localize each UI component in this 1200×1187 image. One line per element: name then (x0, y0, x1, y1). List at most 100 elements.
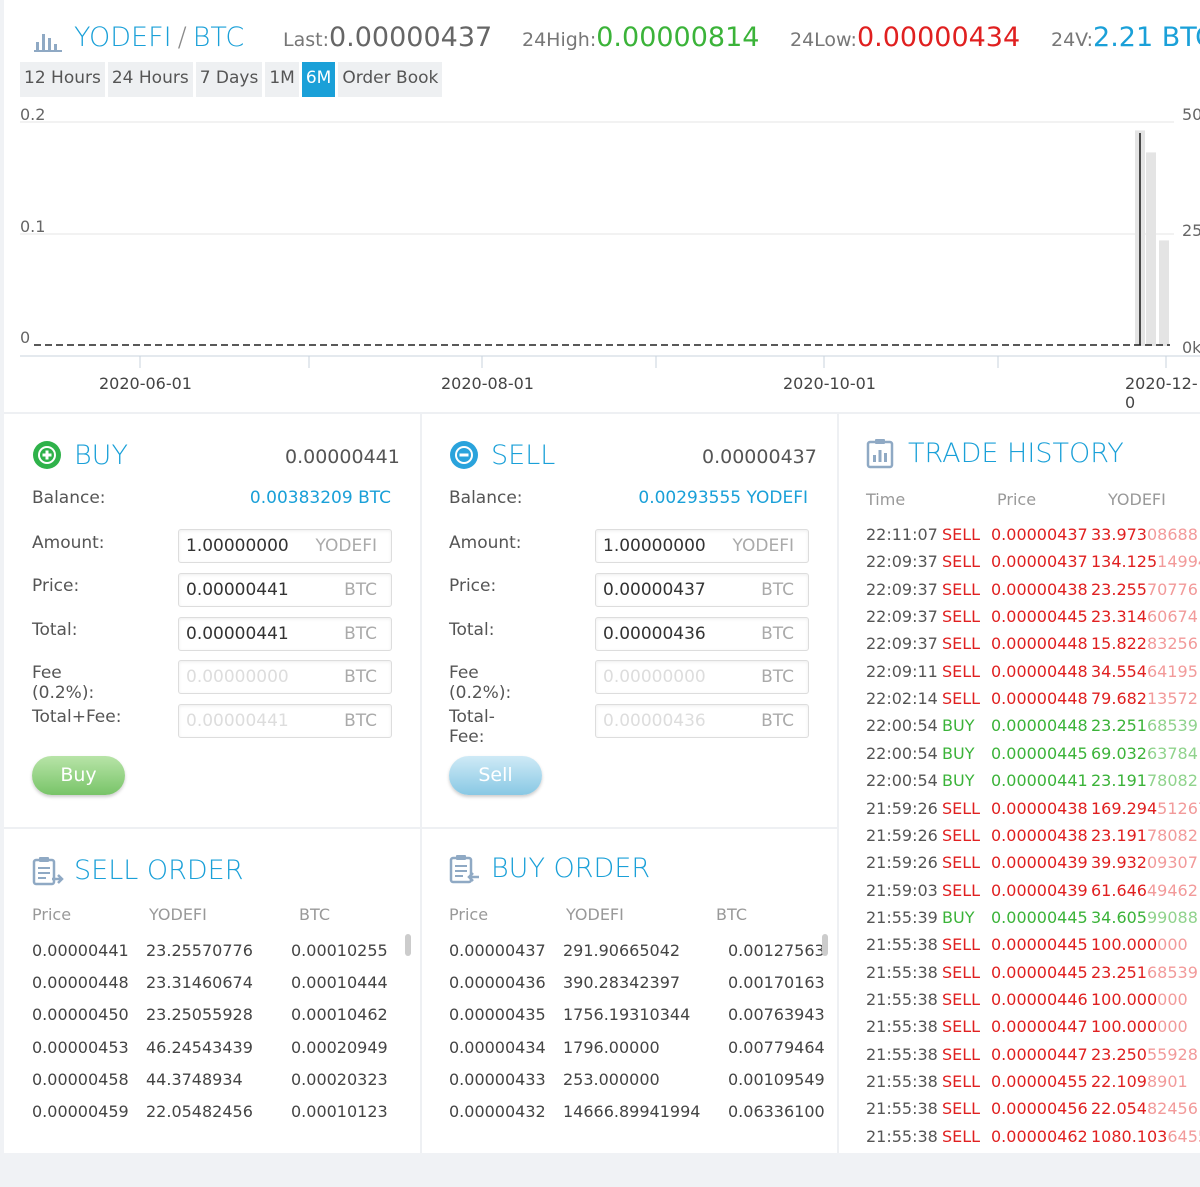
table-cell: 0.00020949 (291, 1037, 388, 1057)
sell-total-input[interactable]: 0.00000436 BTC (595, 617, 809, 651)
table-cell: 0.00000450 (32, 1005, 129, 1025)
price-value: 0.00000437 (603, 580, 706, 600)
trade-time: 21:55:38 (866, 962, 938, 982)
total-fee-value: 0.00000441 (186, 711, 289, 731)
trade-side: SELL (942, 1017, 981, 1037)
trade-amount: 23.31460674 (1091, 607, 1198, 626)
trade-time: 22:09:37 (866, 552, 938, 572)
trade-side: SELL (942, 825, 981, 845)
x-tick: 2020-10-01 (783, 374, 876, 393)
trade-amount: 169.29451267 (1091, 799, 1200, 818)
amount-label: Amount: (32, 533, 105, 553)
tab-6m[interactable]: 6M (301, 62, 336, 97)
trade-amount: 22.1098901 (1091, 1072, 1188, 1091)
trade-time: 21:55:38 (866, 1017, 938, 1037)
high-value: 0.00000814 (596, 22, 760, 53)
price-chart[interactable]: 0.2 0.1 0 50 25 0k 2020-06-01 2020-08-01… (4, 100, 1200, 412)
trade-side: SELL (942, 1099, 981, 1119)
trade-price: 0.00000448 (991, 716, 1088, 736)
fee-value: 0.00000000 (603, 667, 706, 687)
trade-side: SELL (942, 661, 981, 681)
buy-best-price[interactable]: 0.00000441 (285, 446, 400, 468)
trade-price: 0.00000448 (991, 634, 1088, 654)
trade-price: 0.00000448 (991, 689, 1088, 709)
trade-amount-main: 134.125 (1091, 552, 1158, 572)
buy-balance[interactable]: 0.00383209 BTC (204, 488, 391, 508)
trade-time: 21:55:39 (866, 907, 938, 927)
trade-amount: 134.12514994 (1091, 552, 1200, 571)
exchange-page: YODEFI / BTC Last:0.00000437 24High:0.0000… (4, 0, 1200, 1153)
trade-time: 21:59:03 (866, 880, 938, 900)
trade-price: 0.00000446 (991, 989, 1088, 1009)
trade-side: SELL (942, 634, 981, 654)
trade-amount-tail: 78082 (1146, 771, 1198, 791)
sell-order-title: SELL ORDER (74, 855, 244, 886)
trade-amount-main: 100.000 (1091, 935, 1158, 955)
trade-amount-tail: 70776 (1146, 579, 1198, 599)
table-cell: 0.00000441 (32, 941, 129, 960)
trade-amount-main: 69.032 (1091, 743, 1147, 763)
trade-side: SELL (942, 607, 981, 627)
trade-amount: 15.82283256 (1091, 634, 1198, 653)
table-cell: 23.25055928 (146, 1005, 253, 1025)
trade-amount-tail: 8901 (1146, 1072, 1188, 1091)
last-label: Last: (283, 29, 329, 51)
buy-fee-field: 0.00000000 BTC (178, 660, 392, 694)
tab-order-book[interactable]: Order Book (338, 62, 443, 97)
table-cell: 0.00779464 (728, 1037, 825, 1057)
tab-7-days[interactable]: 7 Days (195, 62, 263, 97)
trade-time: 22:09:11 (866, 661, 938, 681)
trade-amount-main: 100.000 (1091, 989, 1158, 1009)
table-cell: 0.00000437 (449, 941, 546, 960)
pair-title[interactable]: YODEFI / BTC (74, 22, 244, 53)
trade-amount-main: 23.251 (1091, 716, 1147, 736)
scrollbar[interactable] (822, 934, 828, 956)
trade-amount: 23.25570776 (1091, 580, 1198, 599)
plus-circle-icon (33, 441, 61, 469)
tab-12-hours[interactable]: 12 Hours (20, 62, 105, 97)
trade-side: BUY (942, 743, 975, 763)
tab-1m[interactable]: 1M (265, 62, 299, 97)
total-label: Total: (449, 620, 495, 640)
trade-amount-main: 34.554 (1091, 661, 1147, 681)
trade-amount-main: 1080.103 (1091, 1126, 1168, 1146)
sell-price-input[interactable]: 0.00000437 BTC (595, 573, 809, 607)
trade-side: SELL (942, 525, 981, 544)
trade-time: 22:00:54 (866, 743, 938, 763)
trade-amount-tail: 51267 (1157, 798, 1200, 818)
tab-24-hours[interactable]: 24 Hours (107, 62, 193, 97)
sell-amount-input[interactable]: 1.00000000 YODEFI (595, 529, 809, 563)
buy-amount-input[interactable]: 1.00000000 YODEFI (178, 529, 392, 563)
price-unit: BTC (761, 580, 794, 600)
buy-total-input[interactable]: 0.00000441 BTC (178, 617, 392, 651)
last-value: 0.00000437 (328, 22, 493, 53)
base-symbol: YODEFI (74, 22, 172, 53)
sell-fee-field: 0.00000000 BTC (595, 660, 809, 694)
trade-price: 0.00000445 (991, 743, 1088, 763)
trade-amount-main: 15.822 (1091, 634, 1147, 654)
table-cell: 0.06336100 (728, 1102, 825, 1121)
trade-price: 0.00000445 (991, 935, 1088, 955)
sell-best-price[interactable]: 0.00000437 (702, 446, 817, 468)
y-tick-right: 0k (1182, 338, 1200, 357)
buy-price-input[interactable]: 0.00000441 BTC (178, 573, 392, 607)
scrollbar[interactable] (405, 934, 411, 956)
trade-price: 0.00000456 (991, 1099, 1088, 1119)
trade-amount-tail: 64551 (1167, 1126, 1200, 1146)
divider (4, 827, 839, 829)
x-tick: 2020-08-01 (441, 374, 534, 393)
trade-side: BUY (942, 716, 975, 736)
trade-amount: 79.68213572 (1091, 689, 1198, 708)
trade-side: SELL (942, 962, 981, 982)
volume-value: 2.21 BTC (1093, 22, 1200, 53)
fee-unit: BTC (761, 667, 794, 687)
high-label: 24High: (522, 29, 597, 51)
table-cell: 14666.89941994 (563, 1102, 701, 1121)
trade-price: 0.00000455 (991, 1072, 1088, 1091)
buy-button[interactable]: Buy (32, 756, 125, 795)
fee-label: Fee (0.2%): (32, 663, 95, 703)
trade-amount-main: 22.109 (1091, 1072, 1147, 1091)
sell-button[interactable]: Sell (449, 756, 542, 795)
sell-balance[interactable]: 0.00293555 YODEFI (604, 488, 808, 508)
table-cell: 0.00000432 (449, 1102, 546, 1121)
